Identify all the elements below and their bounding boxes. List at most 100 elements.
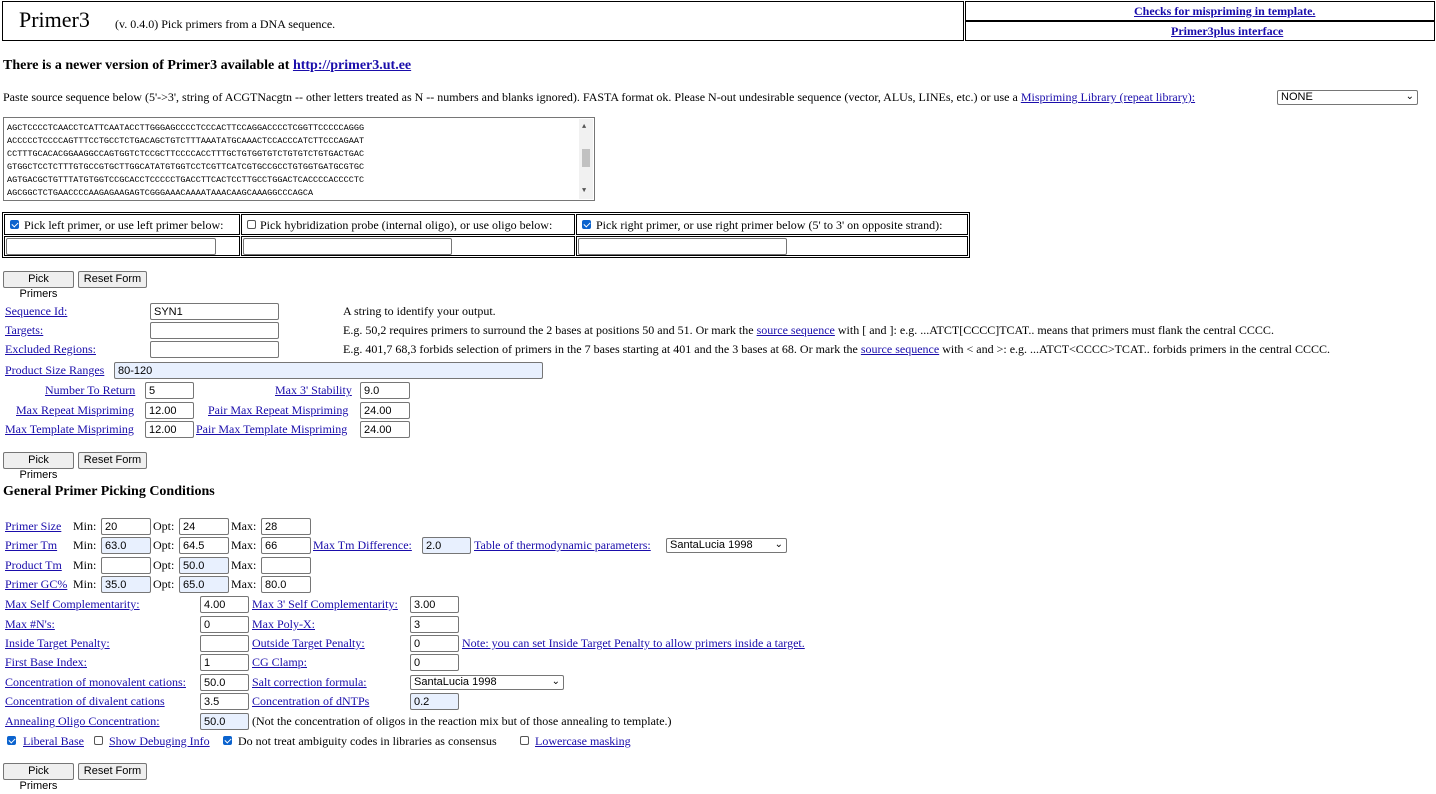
max-ns-link[interactable]: Max #N's: (5, 617, 55, 632)
product-tm-link[interactable]: Product Tm (5, 558, 62, 573)
max-ns-input[interactable] (200, 616, 249, 633)
divalent-cations-input[interactable] (200, 693, 249, 710)
product-tm-min-input[interactable] (101, 557, 151, 574)
max-self-comp-link[interactable]: Max Self Complementarity: (5, 597, 140, 612)
lowercase-masking-link[interactable]: Lowercase masking (535, 734, 631, 749)
ambiguity-codes-checkbox[interactable] (223, 736, 232, 745)
pick-right-checkbox[interactable] (582, 220, 591, 229)
primer3-ut-link[interactable]: http://primer3.ut.ee (293, 58, 411, 73)
excluded-source-seq-link[interactable]: source sequence (861, 342, 939, 356)
thermo-params-link[interactable]: Table of thermodynamic parameters: (474, 538, 651, 553)
scroll-down-icon[interactable]: ▼ (582, 185, 586, 198)
primer-gc-max-input[interactable] (261, 576, 311, 593)
debug-info-checkbox[interactable] (94, 736, 103, 745)
mispriming-library-link[interactable]: Mispriming Library (repeat library): (1021, 90, 1195, 104)
max-template-mispriming-link[interactable]: Max Template Mispriming (5, 422, 134, 437)
pick-probe-checkbox[interactable] (247, 220, 256, 229)
max-3-stability-link[interactable]: Max 3' Stability (275, 383, 352, 398)
primer-size-max-input[interactable] (261, 518, 311, 535)
first-base-index-link[interactable]: First Base Index: (5, 655, 87, 670)
max-tm-difference-input[interactable] (422, 537, 471, 554)
reset-form-button-3[interactable]: Reset Form (78, 763, 147, 780)
pick-primers-button-2[interactable]: Pick Primers (3, 452, 74, 481)
max-tm-difference-link[interactable]: Max Tm Difference: (313, 538, 412, 553)
primer-tm-max-input[interactable] (261, 537, 311, 554)
probe-oligo-input[interactable] (243, 238, 452, 255)
primer-tm-link[interactable]: Primer Tm (5, 538, 57, 553)
excluded-regions-input[interactable] (150, 341, 279, 358)
pair-max-repeat-mispriming-input[interactable] (360, 402, 410, 419)
pick-primers-button-3[interactable]: Pick Primers (3, 763, 74, 792)
product-size-ranges-input[interactable] (114, 362, 543, 379)
pair-max-repeat-mispriming-link[interactable]: Pair Max Repeat Mispriming (208, 403, 348, 418)
pair-max-template-mispriming-input[interactable] (360, 421, 410, 438)
left-primer-input[interactable] (6, 238, 216, 255)
targets-source-seq-link[interactable]: source sequence (757, 323, 835, 337)
targets-input[interactable] (150, 322, 279, 339)
primer-gc-opt-input[interactable] (179, 576, 229, 593)
sequence-id-input[interactable] (150, 303, 279, 320)
cg-clamp-link[interactable]: CG Clamp: (252, 655, 307, 670)
primer-size-opt-input[interactable] (179, 518, 229, 535)
max-template-mispriming-input[interactable] (145, 421, 194, 438)
annealing-oligo-link[interactable]: Annealing Oligo Concentration: (5, 714, 160, 729)
mispriming-library-select[interactable]: NONE ⌄ (1277, 90, 1418, 105)
max-poly-x-input[interactable] (410, 616, 459, 633)
monovalent-cations-input[interactable] (200, 674, 249, 691)
reset-form-button[interactable]: Reset Form (78, 271, 147, 288)
mispriming-check-link[interactable]: Checks for mispriming in template. (1134, 4, 1315, 19)
lowercase-masking-checkbox[interactable] (520, 736, 529, 745)
salt-correction-select[interactable]: SantaLucia 1998 ⌄ (410, 675, 564, 690)
sequence-id-link[interactable]: Sequence Id: (5, 304, 67, 319)
monovalent-cations-link[interactable]: Concentration of monovalent cations: (5, 675, 186, 690)
number-to-return-input[interactable] (145, 382, 194, 399)
max-3-self-comp-input[interactable] (410, 596, 459, 613)
dntps-link[interactable]: Concentration of dNTPs (252, 694, 369, 709)
product-tm-opt-input[interactable] (179, 557, 229, 574)
primer-size-min-input[interactable] (101, 518, 151, 535)
reset-form-button-2[interactable]: Reset Form (78, 452, 147, 469)
liberal-base-link[interactable]: Liberal Base (23, 734, 84, 749)
pick-primers-button[interactable]: Pick Primers (3, 271, 74, 300)
max-3-self-comp-link[interactable]: Max 3' Self Complementarity: (252, 597, 398, 612)
first-base-index-input[interactable] (200, 654, 249, 671)
primer-tm-opt-input[interactable] (179, 537, 229, 554)
outside-target-penalty-input[interactable] (410, 635, 459, 652)
liberal-base-checkbox[interactable] (7, 736, 16, 745)
sequence-textarea[interactable]: AGCTCCCCTCAACCTCATTCAATACCTTGGGAGCCCCTCC… (3, 117, 595, 201)
sequence-scrollbar[interactable]: ▲ ▼ (579, 119, 593, 199)
annealing-oligo-input[interactable] (200, 713, 249, 730)
number-to-return-link[interactable]: Number To Return (45, 383, 135, 398)
max-poly-x-link[interactable]: Max Poly-X: (252, 617, 315, 632)
primer-tm-min-input[interactable] (101, 537, 151, 554)
inside-target-penalty-link[interactable]: Inside Target Penalty: (5, 636, 110, 651)
max-self-comp-input[interactable] (200, 596, 249, 613)
app-title: Primer3 (19, 7, 90, 32)
intro-description: Paste source sequence below (5'->3', str… (3, 90, 1021, 104)
right-primer-input[interactable] (578, 238, 787, 255)
thermo-params-select[interactable]: SantaLucia 1998 ⌄ (666, 538, 787, 553)
pick-left-checkbox[interactable] (10, 220, 19, 229)
cg-clamp-input[interactable] (410, 654, 459, 671)
max-3-stability-input[interactable] (360, 382, 410, 399)
inside-target-note-link[interactable]: Note: you can set Inside Target Penalty … (462, 636, 805, 651)
inside-target-penalty-input[interactable] (200, 635, 249, 652)
pair-max-template-mispriming-link[interactable]: Pair Max Template Mispriming (196, 422, 347, 437)
salt-correction-link[interactable]: Salt correction formula: (252, 675, 367, 690)
outside-target-penalty-link[interactable]: Outside Target Penalty: (252, 636, 365, 651)
targets-link[interactable]: Targets: (5, 323, 43, 338)
max-repeat-mispriming-link[interactable]: Max Repeat Mispriming (16, 403, 134, 418)
debug-info-link[interactable]: Show Debuging Info (109, 734, 210, 749)
primer-gc-min-input[interactable] (101, 576, 151, 593)
max-repeat-mispriming-input[interactable] (145, 402, 194, 419)
primer3plus-link[interactable]: Primer3plus interface (1171, 24, 1283, 39)
excluded-regions-link[interactable]: Excluded Regions: (5, 342, 96, 357)
primer-size-link[interactable]: Primer Size (5, 519, 61, 534)
primer-gc-link[interactable]: Primer GC% (5, 577, 67, 592)
dntps-input[interactable] (410, 693, 459, 710)
scroll-thumb[interactable] (582, 149, 590, 167)
product-size-ranges-link[interactable]: Product Size Ranges (5, 363, 104, 378)
product-tm-max-input[interactable] (261, 557, 311, 574)
divalent-cations-link[interactable]: Concentration of divalent cations (5, 694, 165, 709)
scroll-up-icon[interactable]: ▲ (582, 121, 586, 134)
